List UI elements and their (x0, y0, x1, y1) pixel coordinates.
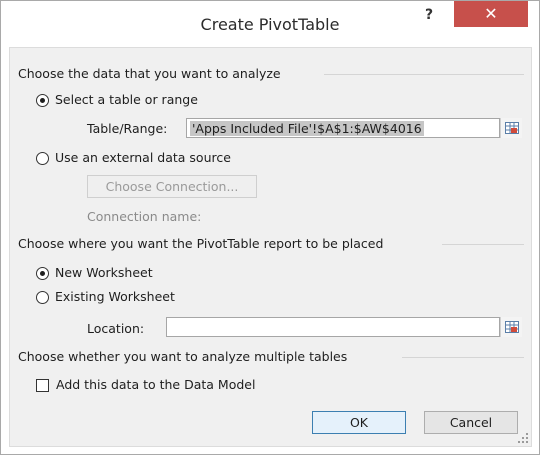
location-label: Location: (87, 321, 145, 336)
existing-worksheet-radio[interactable] (36, 291, 49, 304)
create-pivottable-dialog: Create PivotTable ? ✕ Choose the data th… (0, 0, 540, 455)
table-range-input[interactable]: 'Apps Included File'!$A$1:$AW$4016 (186, 118, 500, 138)
new-worksheet-radio[interactable] (36, 267, 49, 280)
section-divider (442, 244, 524, 245)
range-selector-icon (505, 321, 519, 333)
select-table-label[interactable]: Select a table or range (55, 92, 198, 107)
analyze-section-heading: Choose the data that you want to analyze (18, 66, 281, 81)
external-source-label[interactable]: Use an external data source (55, 150, 231, 165)
table-range-label: Table/Range: (87, 121, 168, 136)
placement-section-heading: Choose where you want the PivotTable rep… (18, 236, 384, 251)
data-model-checkbox[interactable] (36, 379, 49, 392)
range-selector-icon (505, 122, 519, 134)
existing-worksheet-label[interactable]: Existing Worksheet (55, 289, 175, 304)
dialog-body: Choose the data that you want to analyze… (9, 47, 532, 447)
cancel-button[interactable]: Cancel (424, 411, 518, 434)
title-bar: Create PivotTable ? ✕ (1, 1, 539, 47)
new-worksheet-label[interactable]: New Worksheet (55, 265, 153, 280)
select-table-radio[interactable] (36, 94, 49, 107)
choose-connection-button[interactable]: Choose Connection... (87, 175, 257, 198)
close-icon[interactable]: ✕ (454, 1, 528, 27)
table-range-value: 'Apps Included File'!$A$1:$AW$4016 (190, 121, 424, 136)
section-divider (324, 74, 524, 75)
multiple-tables-section-heading: Choose whether you want to analyze multi… (18, 349, 348, 364)
data-model-label[interactable]: Add this data to the Data Model (56, 377, 255, 392)
external-source-radio[interactable] (36, 152, 49, 165)
location-selector-button[interactable] (500, 317, 522, 337)
resize-grip-icon[interactable] (517, 432, 529, 444)
location-input[interactable] (166, 317, 500, 337)
ok-button[interactable]: OK (312, 411, 406, 434)
section-divider (402, 357, 524, 358)
connection-name-label: Connection name: (87, 209, 202, 224)
help-icon[interactable]: ? (414, 3, 444, 29)
table-range-selector-button[interactable] (500, 118, 522, 138)
